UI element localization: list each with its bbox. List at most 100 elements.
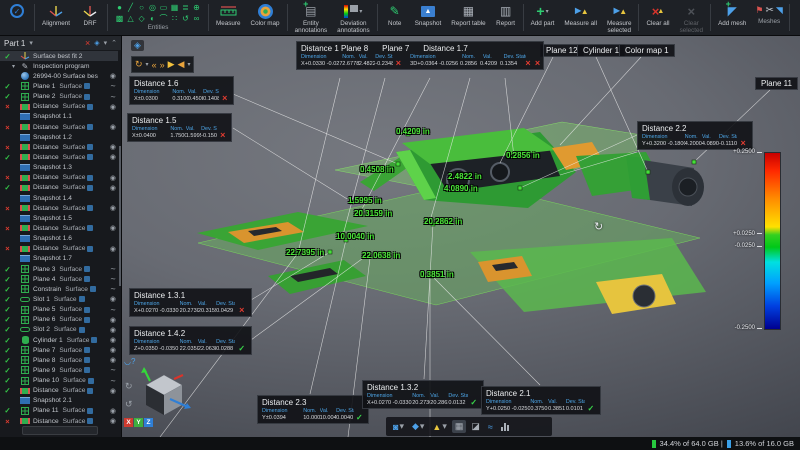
tree-row-plane-4-22[interactable]: ✓ Plane 4 Surface ∼ (0, 274, 118, 284)
collapse-panel-icon[interactable]: ⌃ (111, 39, 117, 47)
tree-row-distance-15[interactable]: × Distance Surface ◉ (0, 203, 118, 213)
tree-row-plane-2-4[interactable]: ✓ Plane 2 Surface ∼ (0, 92, 118, 102)
visibility-eye-icon[interactable]: ◉ (110, 103, 116, 111)
curve-icon[interactable]: ∼ (110, 265, 116, 273)
callout-distance-1-3-2[interactable]: Distance 1.3.2Dimension Nom. Val. Dev. Stat… (362, 380, 484, 409)
part-dropdown-caret-icon[interactable]: ▾ (29, 39, 33, 47)
callout-distance-1-6[interactable]: Distance 1.6DimensionNom.Val.Dev. StateX… (129, 76, 234, 105)
next-annotations-icon[interactable]: » (160, 60, 165, 70)
tree-scrollbar[interactable] (119, 146, 121, 286)
toolbar-alignment-button[interactable]: Alignment (37, 1, 75, 34)
view-cube-icon[interactable]: ◈ (131, 40, 144, 51)
tree-row-snapshot-1-5-16[interactable]: Snapshot 1.5 (0, 213, 118, 223)
toolbar-measure-all-button[interactable]: ► ▲ Measure all (559, 1, 602, 34)
mesh-display-button[interactable]: ◙ ▾ (390, 420, 407, 433)
entity-icon[interactable]: ↺ (180, 13, 191, 24)
visibility-eye-icon[interactable]: ◉ (110, 387, 116, 395)
visibility-eye-icon[interactable]: ◉ (110, 224, 116, 232)
tree-row-snapshot-1-7-20[interactable]: Snapshot 1.7 (0, 254, 118, 264)
callout-distance-2-3[interactable]: Distance 2.3DimensionNom.Val.Dev. StateY… (257, 395, 369, 424)
curve-icon[interactable]: ∼ (110, 306, 116, 314)
tree-row-snapshot-1-3-11[interactable]: Snapshot 1.3 (0, 163, 118, 173)
caret-icon[interactable]: ▾ (187, 61, 190, 68)
rotate-cw-icon[interactable]: ↻ (125, 381, 133, 392)
toolbar-snapshot-button[interactable]: ▲ Snapshot (410, 1, 447, 34)
tree-row-distance-7[interactable]: × Distance Surface ◉ (0, 122, 118, 132)
play-icon[interactable]: ▶ (168, 59, 175, 70)
entity-icon[interactable]: ∷ (169, 13, 180, 24)
tree-row-distance-9[interactable]: × Distance Surface ◉ (0, 142, 118, 152)
header-caret-icon[interactable]: ▾ (104, 39, 108, 47)
tree-row-plane-10-32[interactable]: ✓ Plane 10 Surface ∼ (0, 376, 118, 386)
toolbar-report-button[interactable]: ▥ Report (491, 1, 521, 34)
visibility-eye-icon[interactable]: ◉ (110, 245, 116, 253)
back-icon[interactable]: ◀ (178, 59, 185, 70)
entity-icon[interactable]: ● (114, 2, 125, 13)
toolbar-badge-button[interactable]: ✓ (2, 1, 32, 34)
curve-display-button[interactable]: ≈ (485, 421, 496, 433)
tree-row-26994-00-surface-bes-2[interactable]: 26994-00 Surface bes ◉ (0, 71, 118, 81)
caret-icon[interactable]: ▾ (146, 61, 149, 68)
merge-mesh-icon[interactable]: ◥ (776, 5, 783, 16)
tree-row-slot-2-27[interactable]: ✓ Slot 2 Surface ◉ (0, 325, 118, 335)
tree-row-distance-36[interactable]: × Distance Surface ◉ (0, 416, 118, 424)
tree-row-plane-11-35[interactable]: ✓ Plane 11 Surface ◉ (0, 406, 118, 416)
callout-cylinder-1[interactable]: Cylinder 1 (577, 44, 626, 57)
visibility-eye-icon[interactable]: ◉ (110, 72, 116, 80)
tree-row-distance-33[interactable]: ✓ Distance Surface ◉ (0, 386, 118, 396)
tree-row-plane-6-26[interactable]: ✓ Plane 6 Surface ◉ (0, 315, 118, 325)
toolbar-add-part-button[interactable]: + ▾ Add part (526, 1, 560, 34)
toolbar-entity-annotations-button[interactable]: ▤ + Entity annotations (290, 0, 333, 34)
loop-select-icon[interactable]: ↻ (135, 59, 143, 70)
tree-row-snapshot-1-6-18[interactable]: Snapshot 1.6 (0, 234, 118, 244)
tree-row-distance-17[interactable]: × Distance Surface ◉ (0, 223, 118, 233)
entity-icon[interactable]: ▦ (169, 2, 180, 13)
entity-icon[interactable]: ∞ (191, 13, 202, 24)
visibility-eye-icon[interactable]: ◉ (110, 326, 116, 334)
tree-row-plane-9-31[interactable]: ✓ Plane 9 Surface ∼ (0, 365, 118, 375)
plane-display-button[interactable]: ◪ (468, 420, 483, 433)
tree-filter-input[interactable] (22, 426, 98, 435)
tree-row-distance-12[interactable]: × Distance Surface ◉ (0, 173, 118, 183)
tree-row-surface-best-fit-2-0[interactable]: ✓ Surface best fit 2 (0, 51, 118, 62)
tree-row-snapshot-1-1-6[interactable]: Snapshot 1.1 (0, 112, 118, 122)
entity-icon[interactable]: ◇ (136, 13, 147, 24)
tree-row-distance-5[interactable]: × Distance Surface ◉ (0, 102, 118, 112)
entity-icon[interactable]: ╱ (125, 2, 136, 13)
entity-icon[interactable]: ○ (136, 2, 147, 13)
tree-row-plane-5-25[interactable]: ✓ Plane 5 Surface ∼ (0, 305, 118, 315)
prev-annotations-icon[interactable]: « (152, 60, 157, 70)
toolbar-report-table-button[interactable]: ▦ Report table (446, 1, 490, 34)
toolbar-colormap-button[interactable]: Color map (246, 1, 285, 34)
visibility-eye-icon[interactable]: ◉ (110, 153, 116, 161)
feature-display-button[interactable]: ▲ ▾ (429, 420, 449, 433)
toolbar-drf-button[interactable]: DRF (75, 1, 105, 34)
callout-distance-2-2[interactable]: Distance 2.2DimensionNom.Val.Dev. StateY… (637, 121, 753, 150)
tree-row-inspection-program-1[interactable]: ▾ ✎ Inspection program (0, 61, 118, 71)
rotate-ccw-icon[interactable]: ↺ (125, 399, 133, 410)
header-colormap-icon[interactable]: ◈ (94, 39, 99, 47)
visibility-eye-icon[interactable]: ◉ (110, 143, 116, 151)
navigation-cube[interactable] (136, 367, 192, 423)
toolbar-clear-all-button[interactable]: × ▲ Clear all (641, 1, 674, 34)
entity-icon[interactable]: ▭ (158, 2, 169, 13)
curve-icon[interactable]: ∼ (110, 82, 116, 90)
curve-icon[interactable]: ∼ (110, 93, 116, 101)
toolbar-note-button[interactable]: ✎ Note (380, 1, 410, 34)
callout-plane-11[interactable]: Plane 11 (755, 77, 798, 90)
mouse-help-icon[interactable]: ◡? (124, 357, 135, 366)
visibility-eye-icon[interactable]: ◉ (110, 346, 116, 354)
entity-icon[interactable]: ⌒ (158, 13, 169, 24)
visibility-eye-icon[interactable]: ◉ (110, 295, 116, 303)
callout-color-map-1[interactable]: Color map 1 (619, 44, 675, 57)
visibility-eye-icon[interactable]: ◉ (110, 417, 116, 424)
visibility-eye-icon[interactable]: ◉ (110, 184, 116, 192)
entity-icon[interactable]: ⊕ (191, 2, 202, 13)
entity-icon[interactable]: ◐ (147, 13, 158, 24)
callout-distance-2-1[interactable]: Distance 2.1DimensionNom.Val.Dev. StateY… (481, 386, 601, 415)
tree-row-plane-8-30[interactable]: ✓ Plane 8 Surface ◉ (0, 355, 118, 365)
toolbar-measure-button[interactable]: Measure (211, 1, 246, 34)
visibility-eye-icon[interactable]: ◉ (110, 407, 116, 415)
header-cross-icon[interactable]: × (85, 38, 90, 48)
tree-row-plane-3-21[interactable]: ✓ Plane 3 Surface ∼ (0, 264, 118, 274)
